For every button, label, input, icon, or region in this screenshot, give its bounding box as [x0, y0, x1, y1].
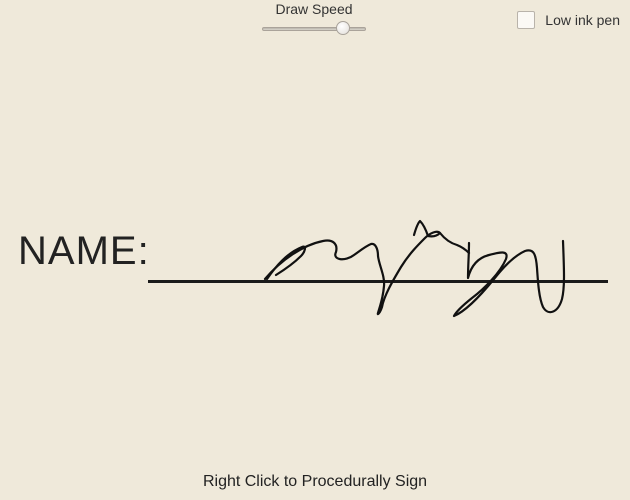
draw-speed-slider[interactable]	[262, 20, 366, 38]
signature-stroke	[452, 239, 566, 318]
name-label: NAME:	[18, 229, 150, 273]
low-ink-pen-option[interactable]: Low ink pen	[517, 11, 620, 29]
signature-stroke	[263, 230, 471, 316]
low-ink-pen-label: Low ink pen	[545, 12, 620, 28]
signature-line	[148, 280, 608, 283]
signature-stroke	[412, 219, 442, 238]
draw-speed-thumb[interactable]	[336, 21, 350, 35]
signature-stroke	[265, 245, 307, 281]
signature-canvas[interactable]: Draw Speed Low ink pen NAME: Right Click…	[0, 0, 630, 500]
draw-speed-track[interactable]	[262, 27, 366, 31]
draw-speed-control: Draw Speed	[262, 2, 366, 38]
low-ink-pen-checkbox[interactable]	[517, 11, 536, 29]
procedural-sign-hint: Right Click to Procedurally Sign	[202, 473, 428, 490]
draw-speed-label: Draw Speed	[275, 1, 353, 17]
